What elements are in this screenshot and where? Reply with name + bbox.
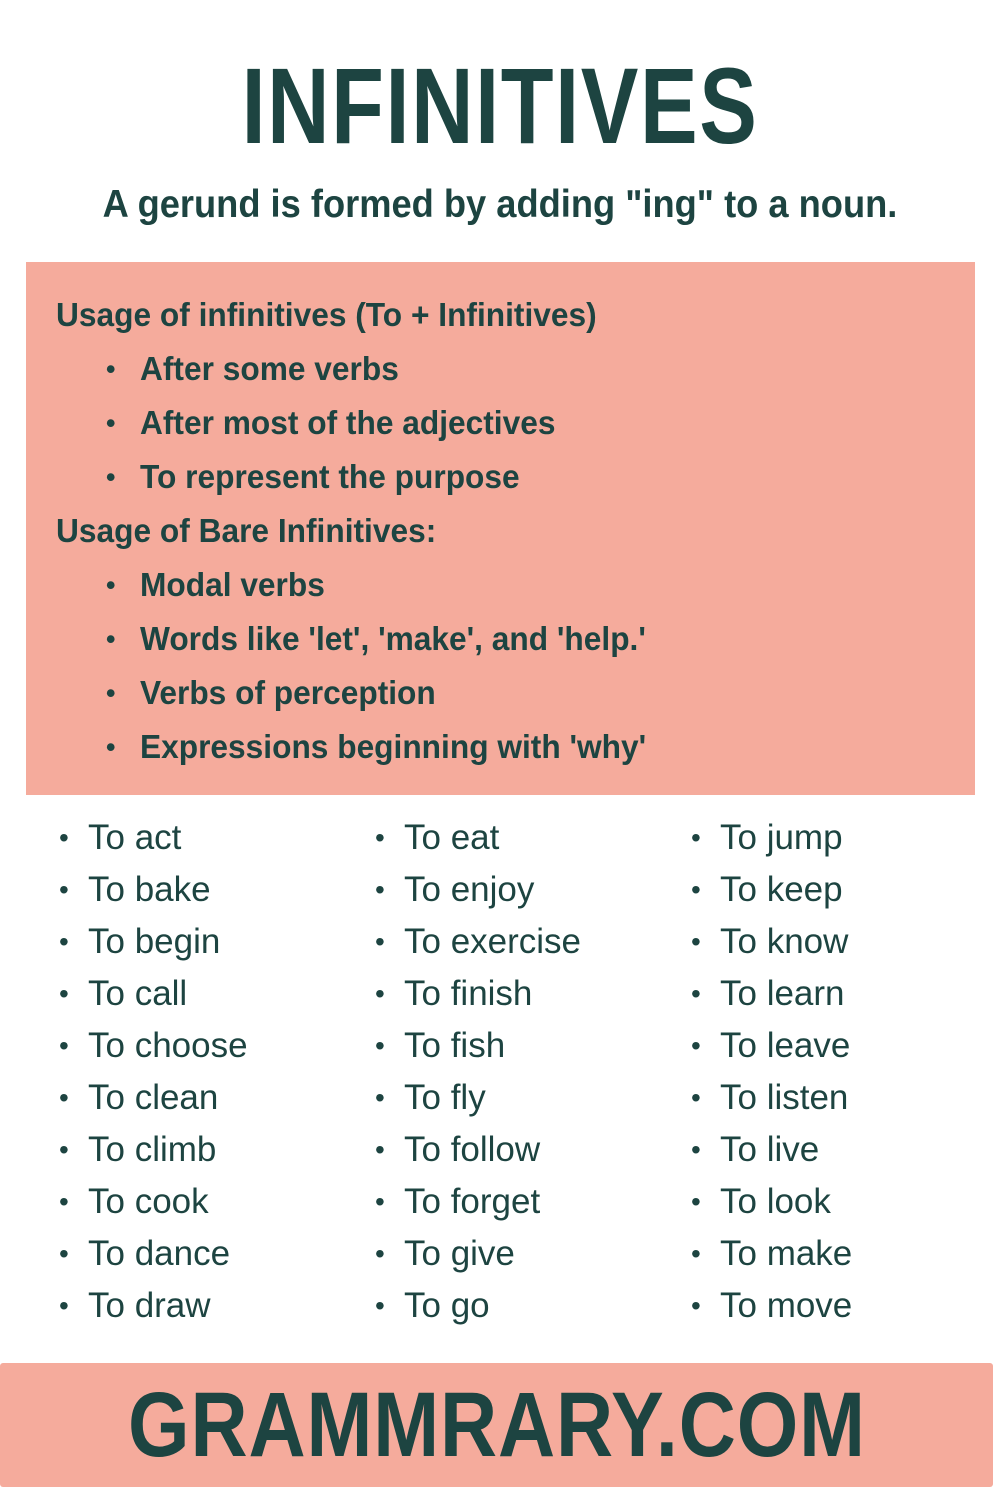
list-item: To leave [658,1020,974,1072]
list-item: To finish [342,968,658,1020]
list-item: To begin [26,916,342,968]
usage-heading-to-infinitives: Usage of infinitives (To + Infinitives) [56,296,597,333]
list-item: To give [342,1228,658,1280]
infinitive-column-2: To eat To enjoy To exercise To finish To… [342,812,658,1332]
list-item: To clean [26,1072,342,1124]
usage-panel: Usage of infinitives (To + Infinitives) … [26,262,975,795]
list-item: To dance [26,1228,342,1280]
usage-heading-bare-infinitives: Usage of Bare Infinitives: [56,512,437,549]
list-item: To listen [658,1072,974,1124]
usage-list-item: To represent the purpose [96,450,945,504]
list-item: To call [26,968,342,1020]
usage-list-item-label: Verbs of perception [140,674,436,711]
list-item: To eat [342,812,658,864]
usage-list-item-label: Expressions beginning with 'why' [140,728,647,765]
list-item: To enjoy [342,864,658,916]
usage-list-item: Verbs of perception [96,666,945,720]
list-item: To move [658,1280,974,1332]
infinitive-column-3: To jump To keep To know To learn To leav… [658,812,974,1332]
list-item: To keep [658,864,974,916]
list-item: To exercise [342,916,658,968]
list-item: To know [658,916,974,968]
usage-list-item-label: Modal verbs [140,566,325,603]
list-item: To fly [342,1072,658,1124]
list-item: To live [658,1124,974,1176]
usage-list-item-label: After most of the adjectives [140,404,556,441]
list-item: To act [26,812,342,864]
list-item: To draw [26,1280,342,1332]
infinitive-list: To act To bake To begin To call To choos… [26,812,342,1332]
usage-list-item: After most of the adjectives [96,396,945,450]
list-item: To make [658,1228,974,1280]
list-item: To look [658,1176,974,1228]
list-item: To go [342,1280,658,1332]
infinitive-column-1: To act To bake To begin To call To choos… [26,812,342,1332]
infinitives-poster: INFINITIVES A gerund is formed by adding… [0,0,1000,1500]
usage-list-item-label: To represent the purpose [140,458,520,495]
usage-list-item: Words like 'let', 'make', and 'help.' [96,612,945,666]
usage-list-item: Modal verbs [96,558,945,612]
usage-list-item-label: After some verbs [140,350,399,387]
usage-list-bare-infinitives: Modal verbs Words like 'let', 'make', an… [56,558,945,774]
list-item: To forget [342,1176,658,1228]
usage-list-item-label: Words like 'let', 'make', and 'help.' [140,620,646,657]
list-item: To fish [342,1020,658,1072]
list-item: To jump [658,812,974,864]
list-item: To bake [26,864,342,916]
brand-wordmark: GRAMMRARY.COM [127,1374,866,1476]
usage-list-item: After some verbs [96,342,945,396]
list-item: To choose [26,1020,342,1072]
usage-list-item: Expressions beginning with 'why' [96,720,945,774]
list-item: To climb [26,1124,342,1176]
infinitive-columns: To act To bake To begin To call To choos… [26,812,975,1332]
infinitive-list: To eat To enjoy To exercise To finish To… [342,812,658,1332]
usage-list-to-infinitives: After some verbs After most of the adjec… [56,342,945,504]
list-item: To cook [26,1176,342,1228]
list-item: To follow [342,1124,658,1176]
page-title: INFINITIVES [241,45,759,166]
footer-banner: GRAMMRARY.COM [0,1363,993,1487]
infinitive-list: To jump To keep To know To learn To leav… [658,812,974,1332]
page-subtitle: A gerund is formed by adding "ing" to a … [102,183,898,226]
list-item: To learn [658,968,974,1020]
